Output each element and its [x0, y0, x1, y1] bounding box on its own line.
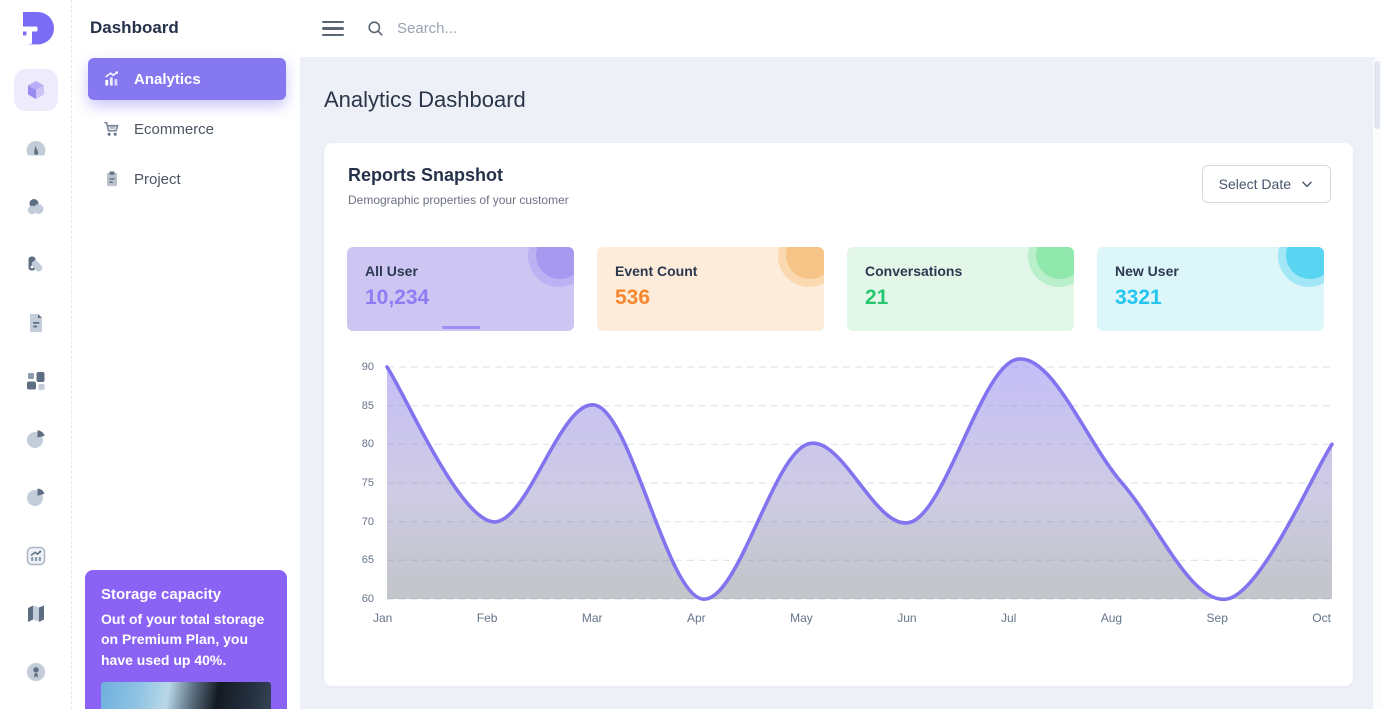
dashboard-cube-icon [24, 78, 48, 102]
select-date-label: Select Date [1219, 176, 1291, 192]
x-axis-label: Mar [582, 611, 603, 625]
logo-icon [16, 9, 56, 51]
stat-value: 21 [865, 286, 1056, 310]
sidebar-menu: Analytics Ecommerce Project [88, 58, 286, 200]
y-axis-label: 60 [362, 593, 374, 605]
sidebar-item-label: Ecommerce [134, 121, 214, 138]
cart-icon [102, 119, 122, 139]
rail-item-performance[interactable] [14, 127, 58, 169]
map-icon [24, 602, 48, 626]
searchbox [366, 19, 1362, 38]
rail-item-dashboard[interactable] [14, 69, 58, 111]
pie-chart-icon [24, 427, 48, 451]
gauge-icon [24, 136, 48, 160]
rail-item-badge[interactable] [14, 651, 58, 693]
y-axis-label: 65 [362, 554, 374, 566]
topbar [300, 0, 1382, 57]
storage-card-photo [101, 682, 271, 709]
sidebar-item-label: Project [134, 171, 181, 188]
active-stat-indicator [442, 326, 480, 329]
stat-value: 10,234 [365, 286, 556, 310]
stats-row: All User 10,234 Event Count 536 Conversa… [347, 247, 1324, 331]
rail-item-stats[interactable] [14, 535, 58, 577]
menu-toggle-button[interactable] [322, 17, 344, 41]
y-axis-label: 80 [362, 438, 374, 450]
sidebar-item-project[interactable]: Project [88, 158, 286, 200]
rail-item-pie-chart[interactable] [14, 418, 58, 460]
stat-label: All User [365, 263, 556, 279]
app-logo[interactable] [14, 9, 58, 51]
stat-card-event-count[interactable]: Event Count 536 [597, 247, 824, 331]
icon-rail [0, 0, 72, 709]
stat-label: Conversations [865, 263, 1056, 279]
stat-value: 536 [615, 286, 806, 310]
document-icon [24, 311, 48, 335]
y-axis-label: 75 [362, 477, 374, 489]
donut-chart-icon [24, 485, 48, 509]
storage-card-title: Storage capacity [101, 586, 271, 603]
chart-svg [387, 367, 1332, 599]
x-axis-label: Oct [1312, 611, 1331, 625]
search-input[interactable] [397, 20, 1362, 37]
x-axis-label: Aug [1101, 611, 1122, 625]
sidebar-item-analytics[interactable]: Analytics [88, 58, 286, 100]
sidebar-title: Dashboard [90, 18, 286, 38]
sidebar-item-label: Analytics [134, 71, 201, 88]
rail-item-widgets[interactable] [14, 360, 58, 402]
area-chart: 90858075706560 [340, 367, 1331, 599]
storage-card-body: Out of your total storage on Premium Pla… [101, 609, 271, 670]
chevron-down-icon [1300, 177, 1314, 191]
rail-item-donut-chart[interactable] [14, 476, 58, 518]
stat-card-all-user[interactable]: All User 10,234 [347, 247, 574, 331]
users-icon [24, 195, 48, 219]
y-axis-label: 90 [362, 361, 374, 373]
clipboard-icon [102, 169, 122, 189]
sidebar: Dashboard Analytics Ecommerce [72, 0, 300, 709]
chart-y-axis: 90858075706560 [348, 367, 378, 599]
report-card-title: Reports Snapshot [348, 165, 569, 186]
chart-x-axis: Jan Feb Mar Apr May Jun Jul Aug Sep Oct [373, 611, 1331, 625]
badge-icon [24, 660, 48, 684]
stats-icon [24, 544, 48, 568]
widgets-icon [24, 369, 48, 393]
stat-label: Event Count [615, 263, 806, 279]
select-date-button[interactable]: Select Date [1202, 165, 1331, 203]
chart-plot [387, 367, 1332, 599]
x-axis-label: Apr [687, 611, 706, 625]
storage-capacity-card[interactable]: Storage capacity Out of your total stora… [85, 570, 287, 709]
x-axis-label: Jan [373, 611, 392, 625]
swatches-icon [24, 253, 48, 277]
content: Analytics Dashboard Reports Snapshot Dem… [300, 57, 1382, 709]
x-axis-label: Feb [477, 611, 498, 625]
reports-snapshot-card: Reports Snapshot Demographic properties … [324, 143, 1353, 686]
x-axis-label: Sep [1207, 611, 1228, 625]
rail-item-map[interactable] [14, 593, 58, 635]
search-icon [366, 19, 385, 38]
main-area: Analytics Dashboard Reports Snapshot Dem… [300, 0, 1382, 709]
page-title: Analytics Dashboard [324, 87, 1353, 113]
x-axis-label: Jul [1001, 611, 1016, 625]
x-axis-label: Jun [897, 611, 916, 625]
rail-item-users[interactable] [14, 186, 58, 228]
report-card-subtitle: Demographic properties of your customer [348, 193, 569, 207]
y-axis-label: 85 [362, 400, 374, 412]
stat-value: 3321 [1115, 286, 1306, 310]
rail-item-documents[interactable] [14, 302, 58, 344]
analytics-chart-icon [102, 69, 122, 89]
stat-label: New User [1115, 263, 1306, 279]
stat-card-new-user[interactable]: New User 3321 [1097, 247, 1324, 331]
scrollbar-thumb[interactable] [1374, 61, 1380, 129]
x-axis-label: May [790, 611, 813, 625]
y-axis-label: 70 [362, 516, 374, 528]
scrollbar[interactable] [1373, 57, 1382, 709]
rail-item-swatches[interactable] [14, 244, 58, 286]
stat-card-conversations[interactable]: Conversations 21 [847, 247, 1074, 331]
sidebar-item-ecommerce[interactable]: Ecommerce [88, 108, 286, 150]
